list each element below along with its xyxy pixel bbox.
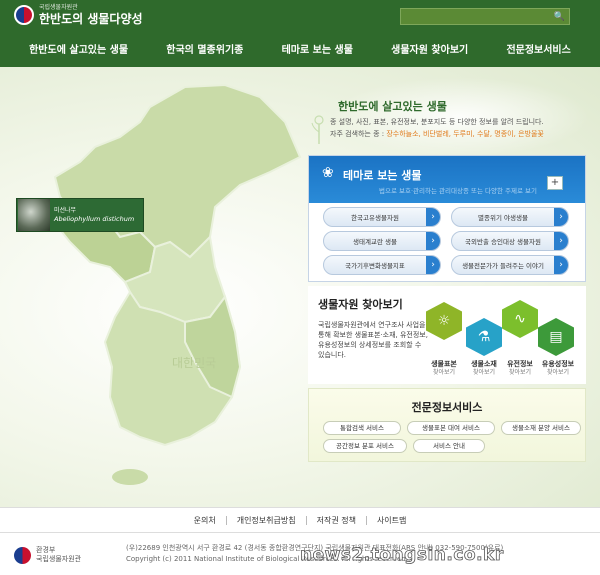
- resource-title: 생물자원 찾아보기: [318, 298, 403, 311]
- theme-item-stories[interactable]: 생물전문가가 들려주는 이야기 ›: [451, 255, 569, 275]
- theme-item-label: 국외반출 승인대상 생물자원: [465, 238, 541, 246]
- specimen-photo: [18, 199, 50, 231]
- resource-description: 국립생물자원관에서 연구조사 사업을 통해 확보한 생물표본·소재, 유전정보,…: [318, 321, 428, 360]
- nav-resource-search[interactable]: 생물자원 찾아보기: [391, 41, 468, 56]
- specimen-korean-name: 미선나무: [54, 206, 77, 214]
- specimen-popup[interactable]: 미선나무 Abeliophyllum distichum: [16, 198, 144, 232]
- chevron-right-icon: ›: [426, 208, 440, 226]
- footer-link-sitemap[interactable]: 사이트맵: [365, 515, 416, 525]
- footer-link-copyright[interactable]: 저작권 정책: [305, 515, 366, 525]
- korea-map[interactable]: 대한민국: [0, 67, 330, 507]
- logo-subtitle: 국립생물자원관: [39, 4, 78, 11]
- service-spatial-distribution[interactable]: 공간정보 분포 서비스: [323, 439, 407, 453]
- chevron-right-icon: ›: [554, 256, 568, 274]
- resource-usefulness-link[interactable]: 유용성정보 찾아보기: [536, 360, 580, 377]
- theme-panel-header: ❀ 테마로 보는 생물 법으로 보호·관리하는 관리대상종 또는 다양한 주제로…: [309, 156, 585, 203]
- svg-text:대한민국: 대한민국: [172, 356, 216, 370]
- header-bar: 국립생물자원관 한반도의 생물다양성 🔍: [0, 0, 600, 30]
- resource-panel: 생물자원 찾아보기 국립생물자원관에서 연구조사 사업을 통해 확보한 생물표본…: [308, 286, 586, 384]
- theme-item-export[interactable]: 국외반출 승인대상 생물자원 ›: [451, 231, 569, 251]
- dna-icon[interactable]: ∿: [502, 300, 538, 338]
- theme-item-endangered[interactable]: 멸종위기 야생생물 ›: [451, 207, 569, 227]
- footer-links: 운의처 개인정보취급방침 저작권 정책 사이트맵: [0, 507, 600, 533]
- service-integrated-search[interactable]: 통합검색 서비스: [323, 421, 401, 435]
- expert-panel: 전문정보서비스 통합검색 서비스 생물표본 대여 서비스 생물소재 분양 서비스…: [308, 388, 586, 462]
- map-island-jeju: [112, 469, 148, 485]
- theme-more-button[interactable]: +: [547, 176, 563, 190]
- frequent-search-links[interactable]: 장수하늘소, 비단벌레, 두루미, 수달, 명종이, 은방울꽃: [386, 130, 544, 138]
- service-specimen-loan[interactable]: 생물표본 대여 서비스: [407, 421, 495, 435]
- bug-icon[interactable]: ☼: [426, 302, 462, 340]
- taegeuk-logo-icon: [14, 5, 34, 25]
- chevron-right-icon: ›: [554, 232, 568, 250]
- nav-endangered-species[interactable]: 한국의 멸종위기종: [166, 41, 243, 56]
- theme-item-label: 국가기후변화생물지표: [345, 262, 405, 270]
- search-box: 🔍: [400, 8, 570, 25]
- nav-expert-service[interactable]: 전문정보서비스: [506, 41, 570, 56]
- chevron-right-icon: ›: [554, 208, 568, 226]
- footer-link-contact[interactable]: 운의처: [184, 516, 226, 525]
- footer-link-privacy[interactable]: 개인정보취급방침: [225, 515, 306, 525]
- leaf-icon: ❀: [322, 165, 334, 181]
- expert-title: 전문정보서비스: [411, 401, 483, 414]
- service-material-distribution[interactable]: 생물소재 분양 서비스: [501, 421, 581, 435]
- flask-icon[interactable]: ⚗: [466, 318, 502, 356]
- frequent-search: 자주 검색하는 종 : 장수하늘소, 비단벌레, 두루미, 수달, 명종이, 은…: [330, 129, 592, 139]
- watermark: news2.tongsin.co.kr: [300, 545, 504, 566]
- theme-item-climate[interactable]: 국가기후변화생물지표 ›: [323, 255, 441, 275]
- theme-item-invasive[interactable]: 생태계교란 생물 ›: [323, 231, 441, 251]
- theme-item-endemic[interactable]: 한국고유생물자원 ›: [323, 207, 441, 227]
- search-input[interactable]: [403, 10, 551, 23]
- theme-item-label: 생태계교란 생물: [353, 238, 397, 246]
- sprout-icon: [311, 115, 324, 144]
- chevron-right-icon: ›: [426, 256, 440, 274]
- theme-item-label: 멸종위기 야생생물: [478, 214, 528, 222]
- service-guide[interactable]: 서비스 안내: [413, 439, 485, 453]
- theme-panel: ❀ 테마로 보는 생물 법으로 보호·관리하는 관리대상종 또는 다양한 주제로…: [308, 155, 586, 282]
- footer-institute: 국립생물자원관: [36, 555, 82, 564]
- frequent-search-label: 자주 검색하는 종 :: [330, 129, 387, 138]
- footer-ministry: 환경부: [36, 546, 56, 554]
- intro-title[interactable]: 한반도에 살고있는 생물: [330, 98, 592, 114]
- chart-icon[interactable]: ▤: [538, 318, 574, 356]
- specimen-latin-name: Abeliophyllum distichum: [54, 214, 135, 223]
- theme-item-label: 생물전문가가 들려주는 이야기: [462, 262, 544, 270]
- intro-section: 한반도에 살고있는 생물 종 설명, 사진, 표본, 유전정보, 분포지도 등 …: [330, 98, 592, 139]
- intro-description: 종 설명, 사진, 표본, 유전정보, 분포지도 등 다양한 정보를 알려 드립…: [330, 118, 544, 126]
- site-logo[interactable]: 국립생물자원관 한반도의 생물다양성: [14, 5, 143, 25]
- nav-theme-species[interactable]: 테마로 보는 생물: [282, 41, 353, 56]
- theme-title: 테마로 보는 생물: [343, 169, 422, 182]
- search-icon[interactable]: 🔍: [554, 12, 565, 22]
- chevron-right-icon: ›: [426, 232, 440, 250]
- nav-living-species[interactable]: 한반도에 살고있는 생물: [29, 41, 128, 56]
- main-nav: 한반도에 살고있는 생물 한국의 멸종위기종 테마로 보는 생물 생물자원 찾아…: [0, 30, 600, 67]
- theme-item-label: 한국고유생물자원: [351, 214, 399, 222]
- footer-logo: 환경부 국립생물자원관: [14, 546, 81, 564]
- theme-subtitle: 법으로 보호·관리하는 관리대상종 또는 다양한 주제로 보기: [379, 187, 537, 195]
- taegeuk-logo-icon: [14, 546, 31, 564]
- resource-specimen-link[interactable]: 생물표본 찾아보기: [422, 360, 466, 377]
- logo-title: 한반도의 생물다양성: [39, 12, 143, 26]
